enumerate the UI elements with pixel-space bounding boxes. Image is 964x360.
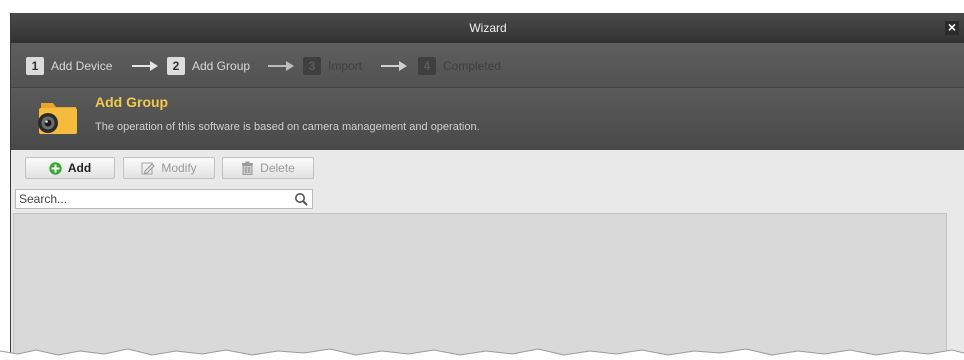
arrow-right-icon — [268, 61, 294, 71]
pencil-icon — [141, 162, 156, 175]
step-completed: 4 Completed — [418, 56, 501, 76]
plus-circle-icon — [49, 161, 62, 175]
add-button-label: Add — [67, 161, 92, 175]
search-icon[interactable] — [293, 191, 310, 207]
step-add-device: 1 Add Device — [26, 56, 112, 76]
wizard-window: Wizard × 1 Add Device 2 Add Group 3 Impo… — [10, 13, 964, 360]
step-add-group: 2 Add Group — [167, 56, 250, 76]
step-label: Import — [328, 59, 363, 73]
close-button[interactable]: × — [945, 19, 959, 35]
camera-folder-icon — [38, 103, 77, 134]
step-import: 3 Import — [303, 56, 362, 76]
page-description: The operation of this software is based … — [95, 121, 480, 133]
title-bar: Wizard × — [11, 13, 964, 43]
step-number: 4 — [418, 57, 436, 75]
step-number: 3 — [303, 57, 321, 75]
arrow-right-icon — [381, 61, 407, 71]
add-button[interactable]: Add — [25, 157, 115, 179]
search-input[interactable] — [16, 190, 293, 208]
window-title: Wizard — [469, 21, 507, 35]
wizard-steps: 1 Add Device 2 Add Group 3 Import 4 Comp… — [11, 43, 964, 88]
step-number: 1 — [26, 57, 44, 75]
torn-edge-decoration — [0, 348, 964, 360]
step-label: Add Group — [192, 59, 251, 73]
step-number: 2 — [167, 57, 185, 75]
page-title: Add Group — [95, 94, 169, 110]
delete-button[interactable]: Delete — [222, 157, 314, 179]
step-label: Add Device — [51, 59, 113, 73]
trash-icon — [242, 161, 254, 175]
group-list[interactable] — [13, 213, 947, 360]
modify-button[interactable]: Modify — [123, 157, 215, 179]
delete-button-label: Delete — [260, 161, 295, 175]
close-icon: × — [947, 19, 957, 35]
page-header: Add Group The operation of this software… — [11, 88, 964, 150]
modify-button-label: Modify — [161, 161, 197, 175]
toolbar: Add Modify Delete — [11, 150, 964, 190]
arrow-right-icon — [132, 61, 158, 71]
step-label: Completed — [443, 59, 502, 73]
search-box — [15, 189, 313, 209]
